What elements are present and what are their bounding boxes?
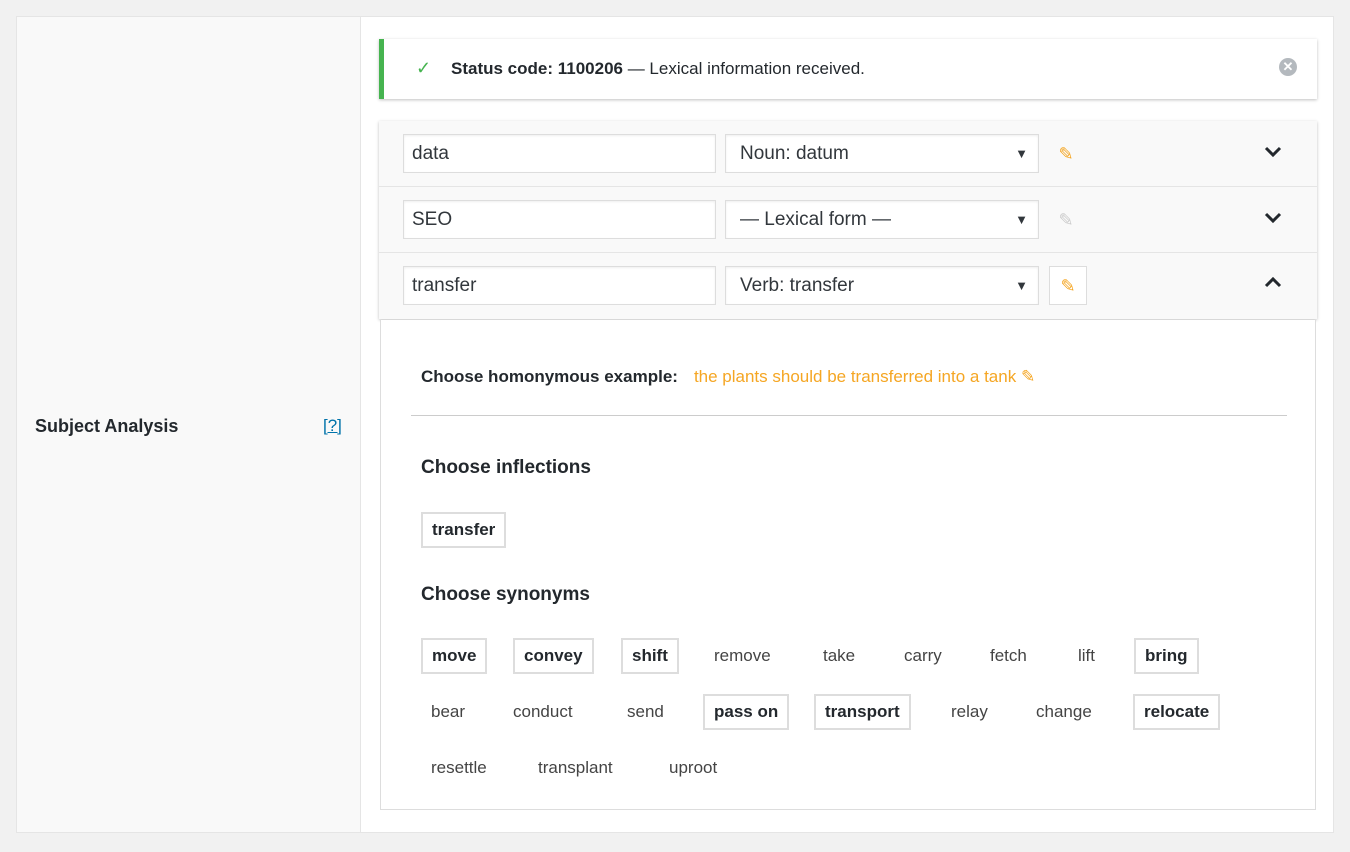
help-link[interactable]: [?] xyxy=(323,416,342,436)
synonym-chip[interactable]: convey xyxy=(513,638,594,674)
field-label: Subject Analysis xyxy=(35,416,179,436)
synonyms-title: Choose synonyms xyxy=(421,584,590,605)
select-value: Verb: transfer xyxy=(740,275,855,296)
synonym-chip[interactable]: remove xyxy=(704,638,781,674)
lexical-row: transfer Verb: transfer ▼ ✎ xyxy=(379,253,1317,319)
status-code: Status code: 1100206 xyxy=(451,59,623,78)
inflection-chip[interactable]: transfer xyxy=(421,512,507,548)
synonym-chip[interactable]: pass on xyxy=(703,694,790,730)
select-arrow-icon: ▼ xyxy=(1015,146,1028,161)
homonym-label: Choose homonymous example: xyxy=(421,367,678,386)
inflections-title: Choose inflections xyxy=(421,457,591,478)
synonym-chip[interactable]: fetch xyxy=(980,638,1037,674)
pencil-icon: ✎ xyxy=(1020,367,1036,386)
synonym-chip[interactable]: move xyxy=(421,638,488,674)
word-input[interactable]: data xyxy=(403,134,716,173)
synonym-chip[interactable]: relocate xyxy=(1133,694,1221,730)
synonym-chip[interactable]: conduct xyxy=(503,694,583,730)
status-notice: ✓ Status code: 1100206 — Lexical informa… xyxy=(379,39,1317,99)
chevron-down-icon[interactable] xyxy=(1263,207,1283,227)
synonym-chip[interactable]: lift xyxy=(1068,638,1105,674)
synonym-chip[interactable]: uproot xyxy=(659,750,727,786)
synonym-chip[interactable]: transplant xyxy=(528,750,623,786)
word-input[interactable]: SEO xyxy=(403,200,716,239)
synonym-chip[interactable]: carry xyxy=(894,638,952,674)
pencil-icon: ✎ xyxy=(1058,210,1074,230)
select-value: — Lexical form — xyxy=(740,209,891,230)
word-input[interactable]: transfer xyxy=(403,266,716,305)
synonym-chip[interactable]: transport xyxy=(814,694,911,730)
pencil-icon[interactable]: ✎ xyxy=(1049,137,1083,171)
check-icon: ✓ xyxy=(416,58,432,78)
pencil-icon[interactable]: ✎ xyxy=(1049,266,1087,305)
lexical-row: data Noun: datum ▼ ✎ xyxy=(379,121,1317,187)
homonym-value: the plants should be transferred into a … xyxy=(693,367,1017,386)
select-value: Noun: datum xyxy=(740,143,849,164)
homonym-example: Choose homonymous example: the plants sho… xyxy=(421,367,1035,387)
synonym-chip[interactable]: relay xyxy=(941,694,998,730)
chevron-down-icon[interactable] xyxy=(1263,141,1283,161)
settings-panel: Subject Analysis [?] ✓ Status code: 1100… xyxy=(16,16,1334,833)
notice-message: Status code: 1100206 — Lexical informati… xyxy=(451,59,865,79)
lexical-form-select[interactable]: Noun: datum ▼ xyxy=(725,134,1039,173)
row-detail-panel: Choose homonymous example: the plants sho… xyxy=(380,320,1316,810)
lexical-rows: data Noun: datum ▼ ✎ SEO — Lexical form … xyxy=(379,121,1317,319)
select-arrow-icon: ▼ xyxy=(1015,278,1028,293)
chevron-up-icon[interactable] xyxy=(1263,273,1283,293)
lexical-form-select[interactable]: — Lexical form — ▼ xyxy=(725,200,1039,239)
synonym-chip[interactable]: change xyxy=(1026,694,1102,730)
lexical-form-select[interactable]: Verb: transfer ▼ xyxy=(725,266,1039,305)
synonym-chip[interactable]: take xyxy=(813,638,865,674)
synonym-chip[interactable]: bring xyxy=(1134,638,1199,674)
synonym-chip[interactable]: bear xyxy=(421,694,475,730)
synonym-chip[interactable]: shift xyxy=(621,638,679,674)
divider xyxy=(411,415,1287,416)
lexical-row: SEO — Lexical form — ▼ ✎ xyxy=(379,187,1317,253)
select-arrow-icon: ▼ xyxy=(1015,212,1028,227)
label-column: Subject Analysis [?] xyxy=(17,17,361,832)
synonym-chip[interactable]: resettle xyxy=(421,750,497,786)
synonym-chip[interactable]: send xyxy=(617,694,674,730)
notice-text: — Lexical information received. xyxy=(622,59,865,78)
homonym-link[interactable]: the plants should be transferred into a … xyxy=(694,367,1035,386)
close-circle-icon[interactable]: ✕ xyxy=(1279,58,1297,76)
